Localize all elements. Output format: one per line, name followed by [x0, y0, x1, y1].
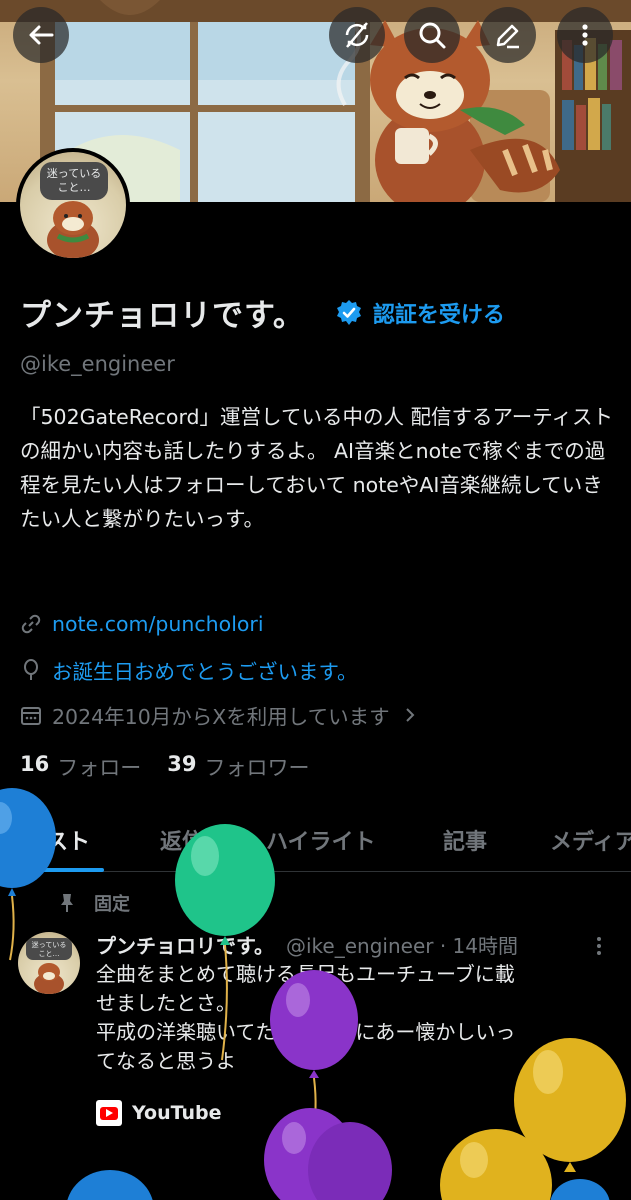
- svg-text:迷っている: 迷っている: [32, 940, 67, 949]
- chevron-right-icon: [405, 708, 415, 722]
- post-author-name[interactable]: プンチョロリです。: [96, 930, 274, 959]
- balloon-blue-bottom: [67, 1170, 610, 1200]
- arrow-left-icon: [29, 25, 54, 45]
- verified-badge-icon: [336, 299, 361, 325]
- profile-bio: 「502GateRecord」運営している中の人 配信するアーティストの細かい内…: [20, 405, 613, 531]
- svg-text:こと…: こと…: [39, 950, 60, 958]
- more-vertical-icon: [597, 937, 601, 955]
- youtube-link-card[interactable]: YouTube: [96, 1100, 221, 1126]
- tab-articles[interactable]: 記事: [443, 824, 487, 856]
- edit-button[interactable]: [480, 7, 536, 63]
- pinned-label: 固定: [94, 894, 130, 915]
- profile-avatar[interactable]: 迷っている こと…: [16, 148, 130, 262]
- post-author-avatar[interactable]: 迷っている こと…: [18, 932, 80, 994]
- tab-replies[interactable]: 返信: [160, 824, 204, 856]
- back-button[interactable]: [13, 7, 69, 63]
- post-text-line: てなると思うよ: [96, 1049, 236, 1073]
- balloon-yellow-bottom: [440, 1129, 552, 1200]
- profile-handle: @ike_engineer: [20, 352, 175, 376]
- post-text-line: せましたとさ。: [96, 991, 236, 1015]
- pinned-indicator: 固定: [56, 890, 130, 916]
- post-meta: @ike_engineer · 14時間: [286, 934, 518, 958]
- profile-tabs: ポスト 返信 ハイライト 記事 メディア: [0, 812, 631, 872]
- balloon-icon: [24, 659, 38, 680]
- post-more-button[interactable]: [592, 934, 606, 962]
- post-avatar-illustration: 迷っている こと…: [26, 938, 72, 994]
- more-button[interactable]: [557, 7, 613, 63]
- search-button[interactable]: [404, 7, 460, 63]
- more-vertical-icon: [582, 24, 588, 46]
- balloon-purple-bottom: [264, 1108, 392, 1200]
- joined-date-row[interactable]: 2024年10月からXを利用しています: [20, 700, 430, 730]
- avatar-thought-bubble: 迷っている こと…: [40, 162, 108, 200]
- youtube-icon: [96, 1100, 122, 1126]
- get-verified-button[interactable]: 認証を受ける: [335, 297, 505, 329]
- post-text[interactable]: 全曲をまとめて聴ける長尺もユーチューブに載 せましたとさ。 平成の洋楽聴いてた人…: [96, 960, 616, 1076]
- tab-posts[interactable]: ポスト: [24, 824, 90, 856]
- sync-button[interactable]: [329, 7, 385, 63]
- tab-media[interactable]: メディア: [550, 824, 631, 856]
- edit-icon: [496, 24, 519, 49]
- profile-name: プンチョロリです。: [20, 298, 305, 334]
- followers-count[interactable]: 39: [167, 752, 196, 782]
- calendar-icon: [21, 707, 41, 725]
- pin-icon: [61, 894, 73, 912]
- search-icon: [419, 22, 446, 49]
- sync-off-icon: [345, 22, 369, 48]
- post-text-line: 全曲をまとめて聴ける長尺もユーチューブに載: [96, 962, 515, 986]
- post-text-line: 平成の洋楽聴いてた人は微妙にあー懐かしいっ: [96, 1020, 516, 1044]
- youtube-label: YouTube: [132, 1102, 222, 1124]
- followers-label[interactable]: フォロワー: [204, 752, 309, 782]
- following-count[interactable]: 16: [20, 752, 49, 782]
- profile-website-link[interactable]: note.com/puncholori: [52, 612, 264, 636]
- birthday-message[interactable]: お誕生日おめでとうございます。: [52, 655, 357, 685]
- active-tab-indicator: [18, 868, 104, 872]
- link-icon: [21, 614, 41, 634]
- tab-highlights[interactable]: ハイライト: [266, 824, 376, 856]
- following-label[interactable]: フォロー: [57, 752, 141, 782]
- joined-date: 2024年10月からXを利用しています: [52, 705, 390, 729]
- get-verified-label: 認証を受ける: [372, 302, 505, 328]
